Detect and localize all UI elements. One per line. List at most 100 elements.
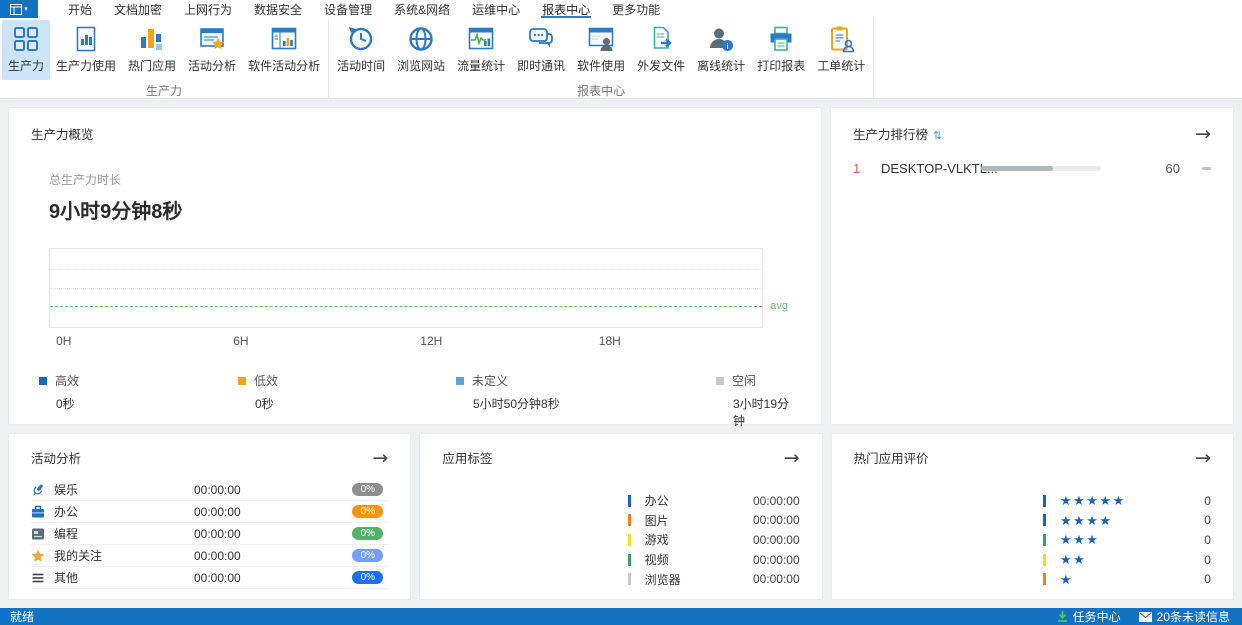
ratings-more-arrow[interactable]: →	[1195, 451, 1211, 465]
rating-row-1-star: ★0	[1043, 569, 1211, 589]
tag-label: 图片	[645, 512, 669, 529]
tag-label: 浏览器	[645, 571, 681, 588]
menu-tab-上网行为[interactable]: 上网行为	[173, 0, 243, 18]
rank-trend-flat-icon	[1202, 167, 1211, 170]
menu-tab-文档加密[interactable]: 文档加密	[103, 0, 173, 18]
envelope-icon	[1139, 612, 1152, 622]
rating-count: 0	[1204, 572, 1211, 586]
statusbar: 就绪 任务中心 20条未读信息	[0, 608, 1242, 625]
activity-row-办公: 办公00:00:000%	[31, 501, 388, 523]
ribbon-group-生产力: 生产力生产力使用热门应用活动分析软件活动分析生产力	[0, 18, 329, 98]
app-tag-row-视频: 视频00:00:00	[628, 550, 800, 570]
productivity-grid-icon	[12, 25, 40, 53]
ribbon-button-即时通讯[interactable]: 即时通讯	[511, 20, 571, 80]
x-tick-label: 12H	[420, 334, 442, 348]
menu-tab-运维中心[interactable]: 运维中心	[461, 0, 531, 18]
rating-row-5-star: ★★★★★0	[1043, 491, 1211, 511]
ribbon-button-活动分析[interactable]: 活动分析	[182, 20, 242, 80]
activity-time: 00:00:00	[194, 483, 304, 497]
total-duration-value: 9小时9分钟8秒	[49, 195, 799, 224]
ribbon-button-软件活动分析[interactable]: 软件活动分析	[242, 20, 326, 80]
activity-percent-badge: 0%	[352, 483, 383, 496]
ribbon-button-外发文件[interactable]: 外发文件	[631, 20, 691, 80]
activity-label: 办公	[54, 503, 194, 520]
ribbon-button-软件使用[interactable]: 软件使用	[571, 20, 631, 80]
legend-value: 3小时19分钟	[733, 395, 799, 429]
ribbon-button-label: 软件活动分析	[248, 57, 320, 74]
activity-more-arrow[interactable]: →	[372, 451, 388, 465]
ribbon-button-热门应用[interactable]: 热门应用	[122, 20, 182, 80]
menu-tab-设备管理[interactable]: 设备管理	[313, 0, 383, 18]
activity-row-我的关注: 我的关注00:00:000%	[31, 545, 388, 567]
ribbon-button-离线统计[interactable]: i离线统计	[691, 20, 751, 80]
app-tags-more-arrow[interactable]: →	[784, 451, 800, 465]
menu-tab-系统&网络[interactable]: 系统&网络	[383, 0, 461, 18]
app-menu-button[interactable]: ▾	[0, 0, 38, 18]
activity-list: 娱乐00:00:000%办公00:00:000%编程00:00:000%我的关注…	[31, 479, 388, 589]
task-center-button[interactable]: 任务中心	[1057, 608, 1121, 625]
activity-time: 00:00:00	[194, 505, 304, 519]
ribbon-button-活动时间[interactable]: 活动时间	[331, 20, 391, 80]
app-tags-title: 应用标签	[442, 448, 492, 467]
menu-tab-开始[interactable]: 开始	[57, 0, 103, 18]
ranking-title: 生产力排行榜	[853, 128, 928, 142]
activity-time-icon	[347, 25, 375, 53]
ribbon-button-label: 热门应用	[128, 57, 176, 74]
legend-swatch	[39, 377, 47, 385]
menu-tab-报表中心[interactable]: 报表中心	[531, 0, 601, 18]
ribbon-button-流量统计[interactable]: 流量统计	[451, 20, 511, 80]
ribbon-button-生产力使用[interactable]: 生产力使用	[50, 20, 122, 80]
ribbon-group-label: 生产力	[2, 80, 326, 103]
ribbon-button-label: 生产力	[8, 57, 44, 74]
tag-time: 00:00:00	[753, 533, 800, 547]
legend-value: 5小时50分钟8秒	[473, 395, 716, 412]
ribbon-button-label: 离线统计	[697, 57, 745, 74]
tag-color-bar	[628, 495, 631, 507]
legend-swatch	[716, 377, 724, 385]
chart-plot-area: avg	[49, 248, 763, 328]
legend-item-高效: 高效0秒	[39, 372, 238, 429]
sort-updown-icon[interactable]: ⇅	[933, 130, 942, 142]
ribbon-button-工单统计[interactable]: 工单统计	[811, 20, 871, 80]
ribbon-button-label: 活动分析	[188, 57, 236, 74]
app-window-icon	[10, 4, 22, 15]
tag-color-bar	[628, 534, 631, 546]
microphone-icon	[31, 483, 45, 497]
rank-score: 60	[1166, 161, 1180, 176]
unread-messages-button[interactable]: 20条未读信息	[1139, 608, 1230, 625]
menu-tab-更多功能[interactable]: 更多功能	[601, 0, 671, 18]
ribbon-button-生产力[interactable]: 生产力	[2, 20, 50, 80]
app-tag-row-办公: 办公00:00:00	[628, 491, 800, 511]
tag-time: 00:00:00	[753, 494, 800, 508]
hot-app-ratings-panel: 热门应用评价 → ★★★★★0★★★★0★★★0★★0★0	[831, 433, 1234, 600]
usage-report-icon	[72, 25, 100, 53]
ribbon-button-浏览网站[interactable]: 浏览网站	[391, 20, 451, 80]
ranking-row[interactable]: 1DESKTOP-VLKTL...60	[853, 161, 1211, 176]
ranking-more-arrow[interactable]: →	[1195, 127, 1211, 141]
legend-value: 0秒	[255, 395, 456, 412]
software-activity-icon	[270, 25, 298, 53]
ratings-list: ★★★★★0★★★★0★★★0★★0★0	[1043, 491, 1211, 589]
workorder-stats-icon	[827, 25, 855, 53]
chart-avg-label: avg	[770, 300, 788, 312]
activity-label: 其他	[54, 569, 194, 586]
ribbon: 生产力生产力使用热门应用活动分析软件活动分析生产力活动时间浏览网站流量统计即时通…	[0, 18, 1242, 99]
activity-percent-badge: 0%	[352, 571, 383, 584]
legend-item-低效: 低效0秒	[238, 372, 456, 429]
tag-color-bar	[628, 573, 631, 585]
x-tick-label: 18H	[599, 334, 621, 348]
tag-time: 00:00:00	[753, 513, 800, 527]
rating-count: 0	[1204, 533, 1211, 547]
activity-row-其他: 其他00:00:000%	[31, 567, 388, 589]
star-icons: ★★★★	[1060, 514, 1113, 527]
ribbon-button-打印报表[interactable]: 打印报表	[751, 20, 811, 80]
activity-label: 编程	[54, 525, 194, 542]
total-duration-label: 总生产力时长	[49, 171, 799, 188]
rating-row-4-star: ★★★★0	[1043, 511, 1211, 531]
app-tags-list: 办公00:00:00图片00:00:00游戏00:00:00视频00:00:00…	[628, 491, 800, 589]
ribbon-button-label: 活动时间	[337, 57, 385, 74]
activity-time: 00:00:00	[194, 549, 304, 563]
ratings-title: 热门应用评价	[854, 448, 929, 467]
menu-tab-数据安全[interactable]: 数据安全	[243, 0, 313, 18]
rating-row-3-star: ★★★0	[1043, 530, 1211, 550]
